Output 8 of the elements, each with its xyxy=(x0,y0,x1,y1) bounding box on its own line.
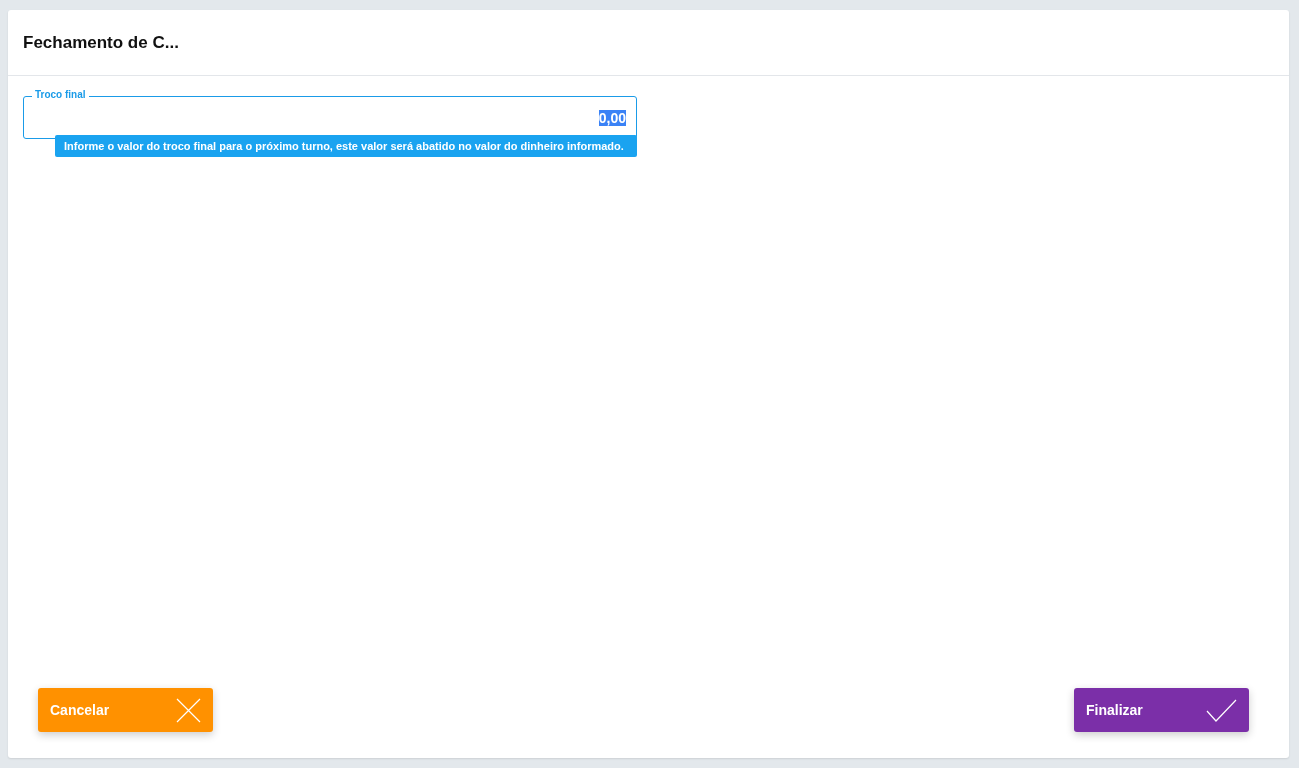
finish-button[interactable]: Finalizar xyxy=(1074,688,1249,732)
dialog-title: Fechamento de C... xyxy=(23,32,179,53)
field-label: Troco final xyxy=(32,89,89,101)
hint-tooltip: Informe o valor do troco final para o próximo turno, este valor será abatido no valor do dinheiro informado. xyxy=(55,135,637,157)
checkmark-icon xyxy=(1206,698,1237,722)
field-value: 0,00 xyxy=(598,109,626,126)
cancel-button[interactable]: Cancelar xyxy=(38,688,213,732)
close-icon xyxy=(176,697,201,723)
